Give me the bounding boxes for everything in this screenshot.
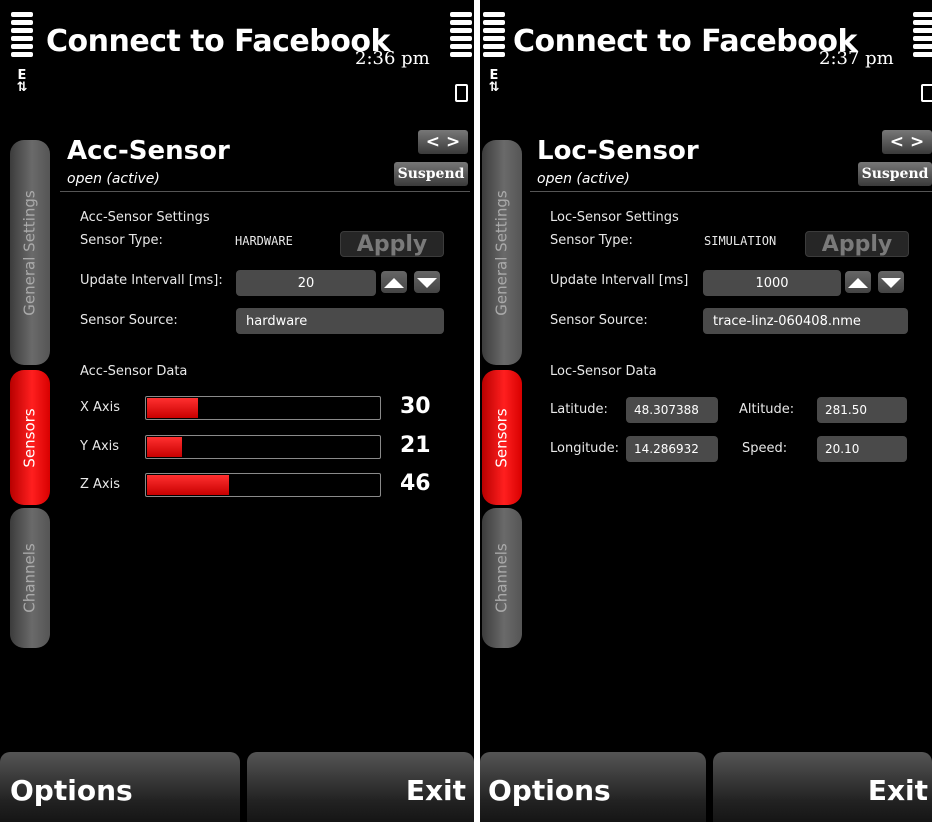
suspend-button[interactable]: Suspend (394, 162, 468, 186)
update-interval-label: Update Intervall [ms] (550, 273, 689, 288)
arrow-up-icon[interactable] (381, 271, 407, 293)
tab-sensors[interactable]: Sensors (10, 370, 50, 505)
exit-softkey[interactable]: Exit (247, 752, 474, 822)
x-axis-value: 30 (400, 394, 431, 419)
header-divider (60, 191, 470, 192)
prev-next-button[interactable]: < > (418, 130, 468, 154)
y-axis-bar (145, 435, 381, 459)
tab-sensors[interactable]: Sensors (482, 370, 522, 505)
sensor-source-label: Sensor Source: (550, 313, 648, 328)
tab-channels[interactable]: Channels (10, 508, 50, 648)
arrow-down-icon[interactable] (878, 271, 904, 293)
latitude-field: 48.307388 (626, 397, 718, 423)
battery-icon (455, 84, 468, 102)
sensor-source-input[interactable]: hardware (236, 308, 444, 334)
sensor-type-label: Sensor Type: (80, 233, 163, 248)
app-title: Connect to Facebook (46, 24, 390, 59)
data-heading: Loc-Sensor Data (550, 364, 657, 379)
speed-label: Speed: (742, 441, 788, 456)
signal-strength-icon (483, 12, 505, 60)
right-screen: E ⇅ Connect to Facebook 2:37 pm General S… (480, 0, 932, 822)
update-interval-label: Update Intervall [ms]: (80, 273, 223, 288)
speed-field: 20.10 (817, 436, 907, 462)
clock: 2:36 pm (355, 48, 430, 69)
update-interval-input[interactable]: 20 (236, 270, 376, 296)
tab-general-settings[interactable]: General Settings (10, 140, 50, 365)
sensor-status: open (active) (67, 171, 160, 187)
prev-next-button[interactable]: < > (882, 130, 932, 154)
sensor-type-value: HARDWARE (235, 234, 293, 248)
arrow-up-icon[interactable] (845, 271, 871, 293)
battery-strength-icon (913, 12, 932, 60)
z-axis-label: Z Axis (80, 477, 121, 492)
z-axis-bar (145, 473, 381, 497)
settings-heading: Acc-Sensor Settings (80, 210, 210, 225)
y-axis-value: 21 (400, 433, 431, 458)
options-softkey[interactable]: Options (0, 752, 240, 822)
x-axis-bar (145, 396, 381, 420)
options-softkey[interactable]: Options (480, 752, 706, 822)
arrow-down-icon[interactable] (414, 271, 440, 293)
update-interval-input[interactable]: 1000 (703, 270, 841, 296)
settings-heading: Loc-Sensor Settings (550, 210, 679, 225)
suspend-button[interactable]: Suspend (858, 162, 932, 186)
data-heading: Acc-Sensor Data (80, 364, 188, 379)
longitude-label: Longitude: (550, 441, 620, 456)
sensor-type-value: SIMULATION (704, 234, 777, 248)
network-e-icon: E ⇅ (488, 68, 500, 95)
tab-general-settings[interactable]: General Settings (482, 140, 522, 365)
exit-softkey[interactable]: Exit (713, 752, 932, 822)
altitude-field: 281.50 (817, 397, 907, 423)
sensor-status: open (active) (537, 171, 630, 187)
x-axis-label: X Axis (80, 400, 121, 415)
sensor-name: Acc-Sensor (67, 136, 230, 166)
apply-button[interactable]: Apply (340, 231, 444, 257)
sensor-type-label: Sensor Type: (550, 233, 633, 248)
signal-strength-icon (11, 12, 33, 60)
tab-channels[interactable]: Channels (482, 508, 522, 648)
header-divider (530, 191, 932, 192)
latitude-label: Latitude: (550, 402, 608, 417)
x-axis-bar-fill (147, 398, 199, 418)
left-screen: E ⇅ Connect to Facebook 2:36 pm General S… (0, 0, 474, 822)
z-axis-bar-fill (147, 475, 229, 495)
y-axis-label: Y Axis (80, 439, 120, 454)
y-axis-bar-fill (147, 437, 183, 457)
battery-strength-icon (450, 12, 472, 60)
altitude-label: Altitude: (739, 402, 795, 417)
clock: 2:37 pm (819, 48, 894, 69)
z-axis-value: 46 (400, 471, 431, 496)
apply-button[interactable]: Apply (805, 231, 909, 257)
app-title: Connect to Facebook (513, 24, 857, 59)
sensor-source-input[interactable]: trace-linz-060408.nme (703, 308, 908, 334)
longitude-field: 14.286932 (626, 436, 718, 462)
sensor-source-label: Sensor Source: (80, 313, 178, 328)
sensor-name: Loc-Sensor (537, 136, 699, 166)
network-e-icon: E ⇅ (16, 68, 28, 95)
battery-icon (921, 84, 932, 102)
